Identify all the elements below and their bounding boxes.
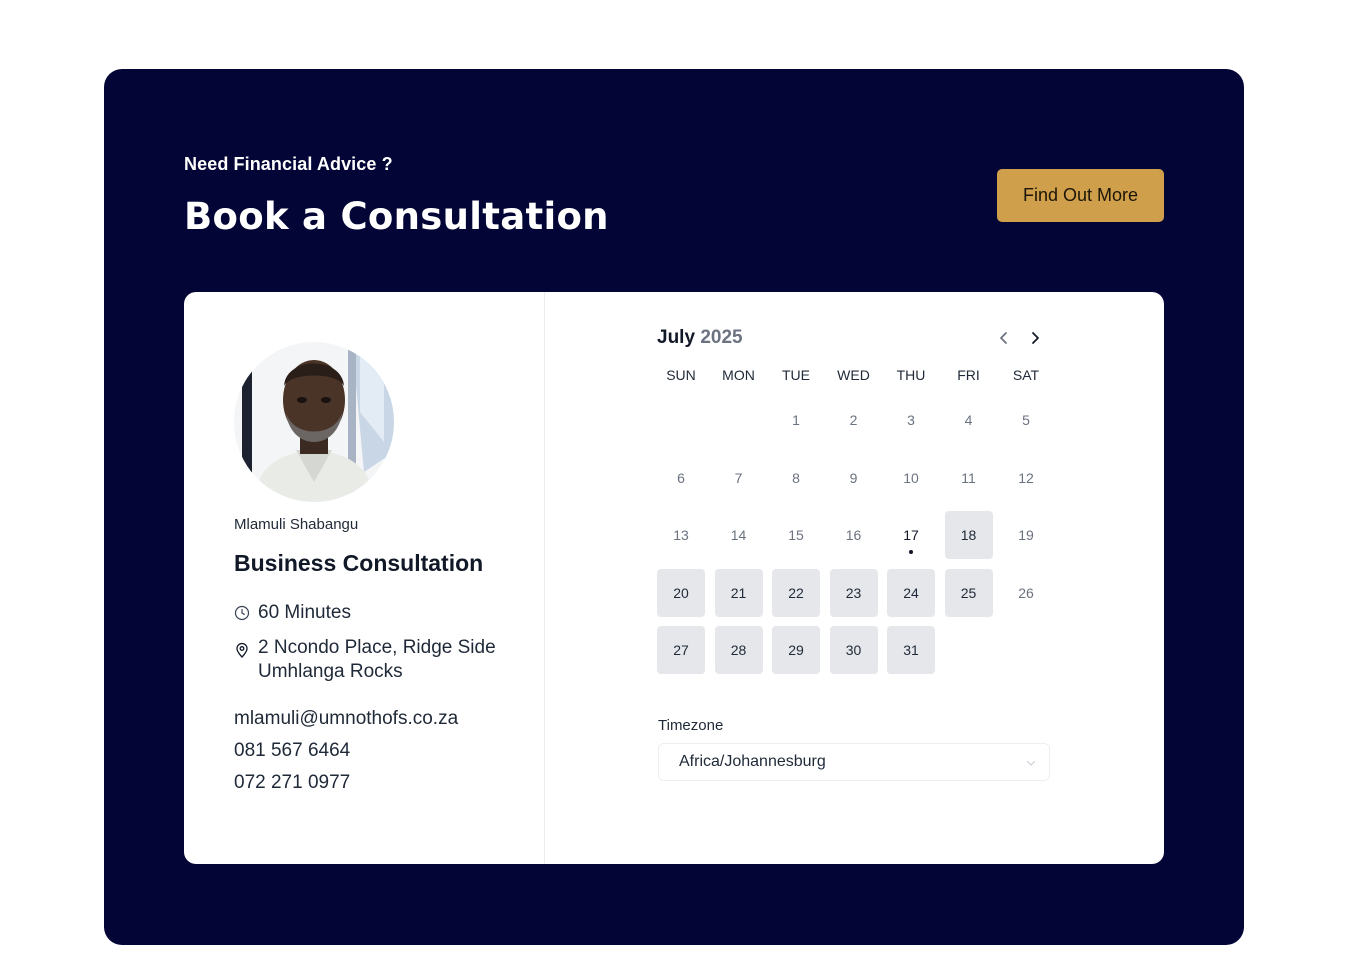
day-number: 6 bbox=[677, 469, 685, 486]
weekday-thu: THU bbox=[896, 367, 926, 383]
duration-text: 60 Minutes bbox=[258, 602, 351, 623]
day-number: 28 bbox=[730, 642, 747, 658]
month-label: July bbox=[657, 327, 696, 348]
booking-hero: Need Financial Advice ? Book a Consultat… bbox=[104, 69, 1244, 945]
calendar-day-22[interactable]: 22 bbox=[772, 568, 820, 617]
clock-icon bbox=[234, 605, 250, 621]
map-pin-icon bbox=[236, 642, 248, 658]
calendar-day-16: 16 bbox=[830, 511, 878, 559]
timezone-value: Africa/Johannesburg bbox=[679, 753, 826, 770]
duration-row: 60 Minutes bbox=[234, 601, 351, 625]
calendar-day-9: 9 bbox=[830, 454, 878, 502]
day-number: 7 bbox=[734, 469, 743, 486]
day-number: 23 bbox=[845, 584, 862, 601]
avatar bbox=[234, 342, 394, 502]
day-number: 19 bbox=[1018, 527, 1034, 543]
calendar-day-29[interactable]: 29 bbox=[772, 626, 820, 674]
day-number: 15 bbox=[788, 527, 804, 543]
day-number: 9 bbox=[849, 469, 858, 486]
calendar-day-2: 2 bbox=[830, 396, 878, 444]
day-number: 26 bbox=[1018, 584, 1034, 601]
day-number: 13 bbox=[673, 527, 689, 543]
today-indicator bbox=[909, 550, 913, 554]
day-number: 25 bbox=[960, 584, 977, 601]
event-title: Business Consultation bbox=[234, 550, 484, 576]
timezone-label: Timezone bbox=[658, 717, 724, 734]
weekday-tue: TUE bbox=[782, 367, 810, 383]
calendar-day-5: 5 bbox=[1002, 396, 1050, 444]
day-number: 2 bbox=[849, 412, 858, 428]
calendar-day-25[interactable]: 25 bbox=[944, 568, 993, 617]
calendar-day-11: 11 bbox=[945, 454, 993, 502]
calendar-day-3: 3 bbox=[887, 396, 935, 444]
calendar-day-18[interactable]: 18 bbox=[944, 511, 993, 559]
chevron-left-icon bbox=[1000, 332, 1007, 344]
contact-email: mlamuli@umnothofs.co.za bbox=[234, 708, 459, 729]
calendar-day-28[interactable]: 28 bbox=[714, 626, 763, 674]
location-text: 2 Ncondo Place, Ridge Side Umhlanga Rock… bbox=[258, 637, 496, 682]
calendar-day-15: 15 bbox=[772, 511, 820, 559]
previous-month-button[interactable] bbox=[992, 326, 1016, 350]
day-number: 24 bbox=[903, 584, 919, 601]
day-number: 3 bbox=[907, 412, 915, 428]
day-number: 29 bbox=[788, 642, 804, 658]
day-number: 5 bbox=[1022, 412, 1030, 428]
host-name: Mlamuli Shabangu bbox=[234, 516, 359, 533]
booking-card: Mlamuli Shabangu Business Consultation 6… bbox=[184, 292, 1164, 864]
calendar-day-19: 19 bbox=[1002, 511, 1050, 559]
day-number: 31 bbox=[903, 642, 919, 658]
day-number: 27 bbox=[673, 642, 689, 658]
day-number: 10 bbox=[903, 469, 919, 486]
day-number: 8 bbox=[792, 469, 800, 486]
chevron-down-icon bbox=[1026, 760, 1036, 766]
event-profile-panel: Mlamuli Shabangu Business Consultation 6… bbox=[184, 292, 545, 864]
weekday-fri: FRI bbox=[957, 367, 980, 383]
calendar-day-17: 17 bbox=[887, 511, 935, 559]
timezone-select[interactable]: Africa/Johannesburg bbox=[658, 743, 1050, 781]
weekday-mon: MON bbox=[722, 367, 755, 383]
calendar-day-13: 13 bbox=[657, 511, 705, 559]
calendar-day-21[interactable]: 21 bbox=[714, 568, 763, 617]
day-number: 16 bbox=[845, 527, 862, 543]
calendar-day-10: 10 bbox=[887, 454, 935, 502]
day-number: 11 bbox=[961, 469, 976, 486]
day-number: 20 bbox=[673, 584, 689, 601]
chevron-right-icon bbox=[1032, 332, 1039, 344]
calendar-day-27[interactable]: 27 bbox=[657, 626, 705, 674]
day-number: 30 bbox=[845, 642, 862, 658]
find-out-more-button[interactable]: Find Out More bbox=[997, 169, 1164, 222]
page-title: Book a Consultation bbox=[184, 195, 609, 238]
calendar-day-26: 26 bbox=[1002, 569, 1050, 617]
day-number: 4 bbox=[964, 412, 973, 428]
year-label: 2025 bbox=[700, 327, 743, 348]
calendar-day-24[interactable]: 24 bbox=[887, 568, 935, 617]
kicker-text: Need Financial Advice ? bbox=[184, 154, 393, 174]
calendar-day-20[interactable]: 20 bbox=[657, 568, 705, 617]
calendar-day-23[interactable]: 23 bbox=[829, 568, 878, 617]
contact-phone: 072 271 0977 bbox=[234, 772, 351, 793]
calendar-day-12: 12 bbox=[1002, 454, 1050, 502]
calendar-day-14: 14 bbox=[715, 511, 763, 559]
calendar-day-4: 4 bbox=[945, 396, 993, 444]
location-row: 2 Ncondo Place, Ridge Side Umhlanga Rock… bbox=[234, 636, 504, 684]
weekday-wed: WED bbox=[837, 367, 870, 383]
contact-phone: 081 567 6464 bbox=[234, 740, 351, 761]
day-number: 12 bbox=[1018, 469, 1034, 486]
calendar-day-7: 7 bbox=[715, 454, 763, 502]
day-number: 21 bbox=[730, 584, 747, 601]
calendar-day-1: 1 bbox=[772, 396, 820, 444]
calendar-day-8: 8 bbox=[772, 454, 820, 502]
calendar-day-30[interactable]: 30 bbox=[829, 626, 878, 674]
day-number: 22 bbox=[788, 584, 804, 601]
month-title: July 2025 bbox=[657, 326, 743, 350]
calendar-day-31[interactable]: 31 bbox=[887, 626, 935, 674]
day-number: 18 bbox=[960, 527, 977, 543]
day-number: 14 bbox=[730, 527, 747, 543]
calendar-day-6: 6 bbox=[657, 454, 705, 502]
next-month-button[interactable] bbox=[1023, 326, 1047, 350]
day-number: 17 bbox=[903, 527, 919, 543]
weekday-sun: SUN bbox=[666, 367, 696, 383]
day-number: 1 bbox=[792, 412, 800, 428]
weekday-sat: SAT bbox=[1012, 367, 1040, 383]
